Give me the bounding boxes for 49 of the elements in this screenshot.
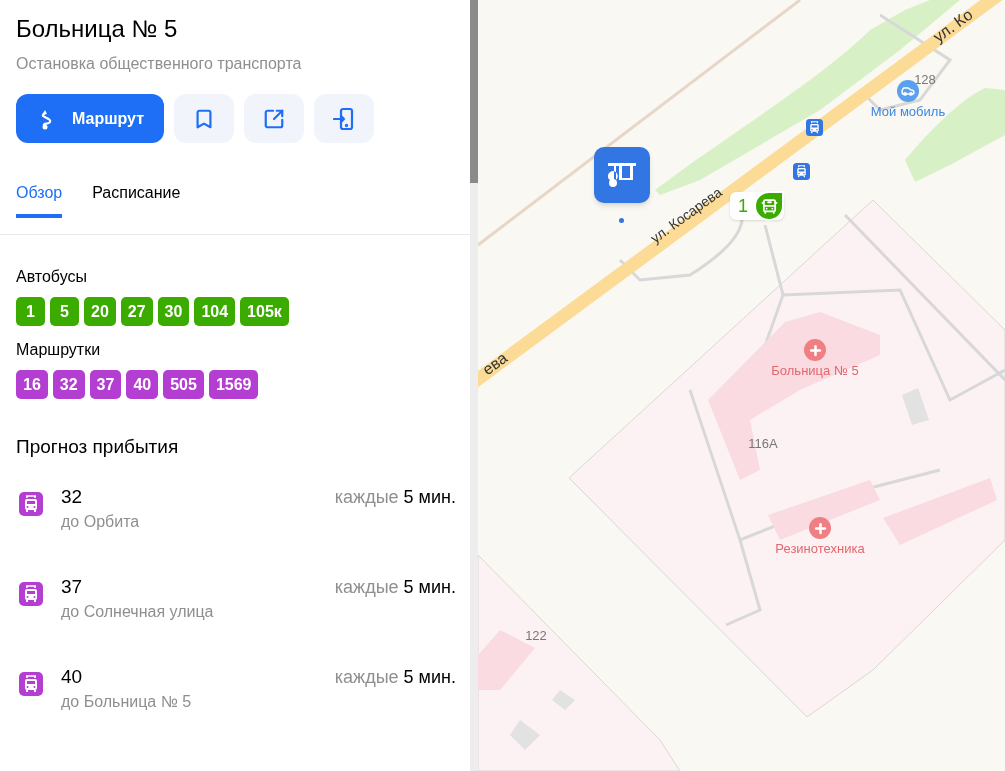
route-number-chip[interactable]: 1 xyxy=(16,297,45,326)
destination: до Больница № 5 xyxy=(61,691,193,712)
share-button[interactable] xyxy=(244,94,305,143)
street-label: ева xyxy=(479,349,511,379)
stop-title: Больница № 5 xyxy=(16,14,179,44)
transport-type-heading: Маршрутки xyxy=(16,340,102,360)
place-label[interactable]: Мой мобиль xyxy=(870,102,946,122)
transit-stop-icon xyxy=(806,119,823,136)
bookmark-button[interactable] xyxy=(174,94,235,143)
arrival-interval: каждые 5 мин. xyxy=(334,485,456,509)
share-icon xyxy=(263,107,286,130)
route-number: 40 xyxy=(61,664,84,689)
route-number: 32 xyxy=(61,484,84,509)
bus-icon xyxy=(760,197,778,215)
arrival-interval: каждые 5 мин. xyxy=(334,575,456,599)
place-label[interactable]: Больница № 5 xyxy=(771,361,859,381)
forecast-heading: Прогноз прибытия xyxy=(16,435,180,459)
route-number-chip[interactable]: 1569 xyxy=(208,370,259,399)
send-to-phone-button[interactable] xyxy=(314,94,375,143)
street-label: ул. Ко xyxy=(929,5,976,46)
route-number-chip[interactable]: 40 xyxy=(126,370,159,399)
route-number-chip[interactable]: 32 xyxy=(52,370,85,399)
destination: до Солнечная улица xyxy=(61,601,215,622)
route-button[interactable]: Маршрут xyxy=(16,94,165,143)
send-to-phone-icon xyxy=(333,106,356,131)
route-number-chip[interactable]: 16 xyxy=(16,370,48,399)
route-number-chip[interactable]: 27 xyxy=(120,297,153,326)
bus-stop-marker[interactable]: 1 xyxy=(730,192,784,220)
route-number: 37 xyxy=(61,574,84,599)
tab[interactable]: Расписание xyxy=(92,181,181,218)
destination: до Орбита xyxy=(61,511,141,532)
route-number-chip[interactable]: 104 xyxy=(194,297,236,326)
tab[interactable]: Обзор xyxy=(16,181,63,218)
route-number-chip[interactable]: 505 xyxy=(163,370,204,399)
house-number: 122 xyxy=(525,628,547,643)
place-label[interactable]: Резинотехника xyxy=(775,539,865,559)
route-number-chip[interactable]: 20 xyxy=(84,297,116,326)
route-number-chip[interactable]: 37 xyxy=(89,370,122,399)
route-number-chip[interactable]: 105к xyxy=(240,297,289,326)
scrollbar[interactable] xyxy=(470,0,478,771)
selected-stop-pin[interactable] xyxy=(594,147,650,203)
stop-subtitle: Остановка общественного транспорта xyxy=(16,54,303,74)
transport-type-heading: Автобусы xyxy=(16,267,88,287)
house-number: 116А xyxy=(748,436,778,451)
arrival-interval: каждые 5 мин. xyxy=(334,665,456,689)
transit-stop-icon xyxy=(793,163,810,180)
route-number-chip[interactable]: 5 xyxy=(50,297,79,326)
route-number-chip[interactable]: 30 xyxy=(157,297,190,326)
house-number: 128 xyxy=(914,72,936,87)
